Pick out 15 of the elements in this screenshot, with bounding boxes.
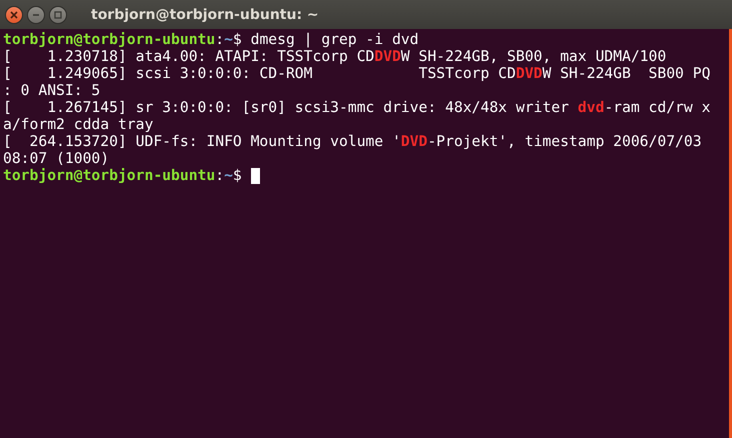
maximize-icon [54, 10, 62, 18]
minimize-button[interactable] [27, 6, 45, 24]
close-icon [10, 10, 18, 18]
terminal-line: [ 1.267145] sr 3:0:0:0: [sr0] scsi3-mmc drive: 48x/48x writer dvd-ram cd/rw x [3, 99, 710, 116]
terminal-line: 08:07 (1000) [3, 150, 110, 167]
maximize-button[interactable] [49, 6, 67, 24]
window-title: torbjorn@torbjorn-ubuntu: ~ [91, 6, 319, 22]
terminal-line: a/form2 cdda tray [3, 116, 154, 133]
close-button[interactable] [5, 6, 23, 24]
terminal-line: : 0 ANSI: 5 [3, 82, 100, 99]
terminal-line: [ 1.249065] scsi 3:0:0:0: CD-ROM TSSTcorp CDDVDW SH-224GB SB00 PQ [3, 65, 710, 82]
terminal-line: [ 264.153720] UDF-fs: INFO Mounting volume 'DVD-Projekt', timestamp 2006/07/03 [3, 133, 702, 150]
terminal-line: [ 1.230718] ata4.00: ATAPI: TSSTcorp CDDVDW SH-224GB, SB00, max UDMA/100 [3, 48, 666, 65]
terminal-line: torbjorn@torbjorn-ubuntu:~$ [3, 167, 243, 184]
terminal-line: torbjorn@torbjorn-ubuntu:~$ dmesg | grep -i dvd [3, 31, 419, 48]
